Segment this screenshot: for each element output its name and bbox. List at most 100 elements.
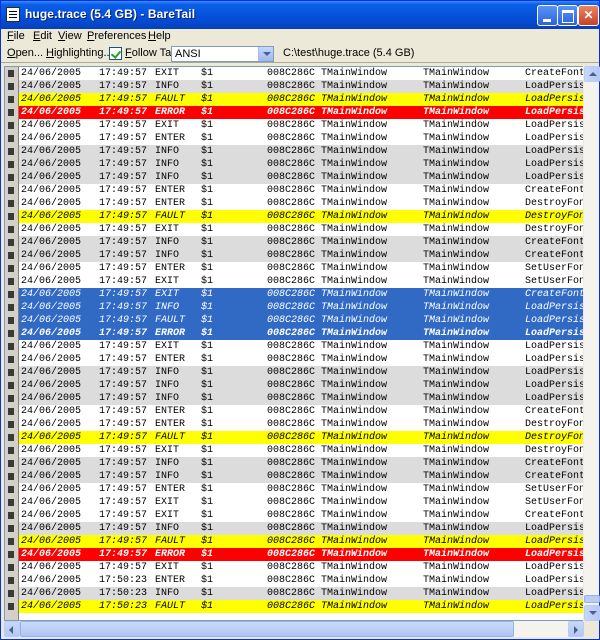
log-row[interactable]: 24/06/2005 17:49:57 ENTER $1 008C286C TMainWi…	[8, 483, 584, 496]
log-row[interactable]: 24/06/2005 17:49:57 EXIT $1 008C286C TMainWin…	[8, 67, 583, 80]
log-row[interactable]: 24/06/2005 17:49:57 EXIT $1 008C286C TMainWin…	[8, 444, 583, 457]
log-row[interactable]: 24/06/2005 17:49:57 ENTER $1 008C286C TMainWi…	[8, 197, 584, 210]
log-cell-addr: 008C286C	[267, 354, 316, 365]
log-row[interactable]: 24/06/2005 17:49:57 INFO $1 008C286C TMainWin…	[8, 80, 583, 93]
log-cell-thread: $1	[201, 302, 214, 313]
resize-grip[interactable]	[584, 621, 599, 639]
log-cell-win: TMainWindow	[423, 94, 490, 105]
highlighting-button[interactable]: Highlighting...	[46, 47, 113, 59]
scroll-down-button[interactable]	[584, 605, 600, 621]
log-row[interactable]: 24/06/2005 17:49:57 FAULT $1 008C286C TMainWi…	[8, 93, 583, 106]
log-row[interactable]: 24/06/2005 17:49:57 ENTER $1 008C286C TMainWi…	[8, 262, 583, 275]
log-cell-addr: 008C286C	[267, 562, 316, 573]
scroll-up-button[interactable]	[584, 66, 600, 82]
log-cell-msg: DestroyFon	[525, 224, 584, 235]
close-button[interactable]	[578, 5, 599, 26]
log-row[interactable]: 24/06/2005 17:50:23 INFO $1 008C286C TMainWin…	[8, 587, 583, 600]
horizontal-scrollbar[interactable]	[4, 621, 584, 637]
log-row[interactable]: 24/06/2005 17:49:57 EXIT $1 008C286C TMainWin…	[8, 223, 584, 236]
log-row[interactable]: 24/06/2005 17:49:57 FAULT $1 008C286C TMainWi…	[8, 210, 583, 223]
log-cell-addr: 008C286C	[267, 367, 316, 378]
log-view[interactable]: 24/06/2005 17:49:57 EXIT $1 008C286C TMainWin…	[4, 66, 584, 621]
log-cell-win: TMainWindow	[423, 471, 490, 482]
chevron-down-icon[interactable]	[258, 47, 273, 61]
log-row[interactable]: 24/06/2005 17:49:57 INFO $1 008C286C TMainWin…	[8, 171, 583, 184]
log-cell-cls: TMainWindow	[321, 146, 388, 157]
encoding-select[interactable]: ANSI	[171, 46, 274, 62]
log-row[interactable]: 24/06/2005 17:49:57 FAULT $1 008C286C TMainWi…	[8, 431, 583, 444]
log-row[interactable]: 24/06/2005 17:49:57 INFO $1 008C286C TMainWin…	[8, 522, 584, 535]
log-row[interactable]: 24/06/2005 17:49:57 EXIT $1 008C286C TMainWin…	[8, 275, 583, 288]
follow-tail-checkbox[interactable]	[109, 47, 122, 60]
vertical-scroll-thumb[interactable]	[584, 595, 600, 603]
log-cell-cls: TMainWindow	[321, 419, 388, 430]
log-cell-date: 24/06/2005	[21, 601, 82, 612]
log-row[interactable]: 24/06/2005 17:49:57 ENTER $1 008C286C TMainWi…	[8, 405, 583, 418]
log-row[interactable]: 24/06/2005 17:49:57 EXIT $1 008C286C TMainWin…	[8, 509, 583, 522]
menu-view[interactable]: View	[58, 29, 82, 43]
log-row[interactable]: 24/06/2005 17:49:57 INFO $1 008C286C TMainWin…	[8, 392, 583, 405]
log-row[interactable]: 24/06/2005 17:50:23 ENTER $1 008C286C TMainWi…	[8, 574, 583, 587]
log-row[interactable]: 24/06/2005 17:49:57 INFO $1 008C286C TMainWin…	[8, 236, 583, 249]
menu-edit[interactable]: Edit	[33, 29, 52, 43]
log-cell-cls: TMainWindow	[321, 406, 388, 417]
log-row[interactable]: 24/06/2005 17:49:57 ENTER $1 008C286C TMainWi…	[8, 132, 583, 145]
log-cell-time: 17:49:57	[99, 471, 148, 482]
log-row[interactable]: 24/06/2005 17:49:57 FAULT $1 008C286C TMainWi…	[8, 535, 583, 548]
log-row[interactable]: 24/06/2005 17:49:57 ENTER $1 008C286C TMainWi…	[8, 418, 583, 431]
scroll-right-button[interactable]	[568, 621, 584, 637]
log-row[interactable]: 24/06/2005 17:49:57 INFO $1 008C286C TMainWin…	[8, 457, 583, 470]
log-row[interactable]: 24/06/2005 17:49:57 ERROR $1 008C286C TMainWi…	[8, 327, 583, 340]
log-cell-time: 17:49:57	[99, 185, 148, 196]
log-row[interactable]: 24/06/2005 17:49:57 INFO $1 008C286C TMainWin…	[8, 145, 583, 158]
log-cell-cls: TMainWindow	[321, 536, 388, 547]
log-row[interactable]: 24/06/2005 17:50:23 FAULT $1 008C286C TMainWi…	[8, 600, 583, 613]
log-row[interactable]: 24/06/2005 17:49:57 INFO $1 008C286C TMainWin…	[8, 158, 583, 171]
line-marker-icon	[8, 252, 14, 259]
log-cell-addr: 008C286C	[267, 549, 316, 560]
minimize-button[interactable]	[537, 5, 558, 26]
vertical-scrollbar[interactable]	[583, 66, 600, 621]
line-marker-icon	[8, 187, 14, 194]
log-row[interactable]: 24/06/2005 17:49:57 INFO $1 008C286C TMainWin…	[8, 301, 583, 314]
log-row[interactable]: 24/06/2005 17:49:57 FAULT $1 008C286C TMainWi…	[8, 314, 583, 327]
log-cell-cls: TMainWindow	[321, 432, 388, 443]
menu-help[interactable]: Help	[148, 29, 171, 43]
log-row[interactable]: 24/06/2005 17:49:57 ERROR $1 008C286C TMainWi…	[8, 548, 583, 561]
log-cell-win: TMainWindow	[423, 432, 490, 443]
log-row[interactable]: 24/06/2005 17:49:57 EXIT $1 008C286C TMainWin…	[8, 496, 583, 509]
log-row[interactable]: 24/06/2005 17:49:57 ERROR $1 008C286C TMainWi…	[8, 106, 583, 119]
menu-preferences[interactable]: Preferences	[87, 29, 146, 43]
log-row[interactable]: 24/06/2005 17:49:57 INFO $1 008C286C TMainWin…	[8, 470, 583, 483]
log-cell-msg: DestroyFon	[525, 198, 584, 209]
log-row[interactable]: 24/06/2005 17:49:57 ENTER $1 008C286C TMainWi…	[8, 184, 583, 197]
log-row[interactable]: 24/06/2005 17:49:57 INFO $1 008C286C TMainWin…	[8, 379, 583, 392]
log-cell-cls: TMainWindow	[321, 237, 388, 248]
title-bar[interactable]: huge.trace (5.4 GB) - BareTail	[1, 1, 599, 29]
open-button[interactable]: Open...	[7, 47, 43, 59]
log-cell-time: 17:49:57	[99, 224, 148, 235]
log-cell-thread: $1	[201, 471, 214, 482]
log-row[interactable]: 24/06/2005 17:49:57 EXIT $1 008C286C TMainWin…	[8, 288, 583, 301]
scroll-left-button[interactable]	[4, 621, 20, 637]
line-marker-icon	[8, 473, 14, 480]
log-cell-level: FAULT	[155, 432, 186, 443]
log-cell-msg: SetUserFon	[525, 484, 584, 495]
log-row[interactable]: 24/06/2005 17:49:57 ENTER $1 008C286C TMainWi…	[8, 353, 583, 366]
log-row[interactable]: 24/06/2005 17:49:57 EXIT $1 008C286C TMainWin…	[8, 340, 583, 353]
log-row[interactable]: 24/06/2005 17:49:57 INFO $1 008C286C TMainWin…	[8, 366, 583, 379]
log-cell-win: TMainWindow	[423, 120, 490, 131]
log-cell-time: 17:50:23	[99, 575, 148, 586]
log-cell-msg: LoadPersis	[525, 523, 584, 534]
log-cell-thread: $1	[201, 94, 214, 105]
horizontal-scroll-thumb[interactable]	[20, 621, 514, 637]
log-cell-date: 24/06/2005	[21, 458, 82, 469]
maximize-button[interactable]	[557, 5, 578, 26]
log-cell-cls: TMainWindow	[321, 367, 388, 378]
log-row[interactable]: 24/06/2005 17:49:57 EXIT $1 008C286C TMainWin…	[8, 561, 583, 574]
log-cell-date: 24/06/2005	[21, 302, 82, 313]
follow-tail-label[interactable]: Follow Tail	[125, 47, 176, 59]
menu-file[interactable]: File	[7, 29, 25, 43]
log-row[interactable]: 24/06/2005 17:49:57 INFO $1 008C286C TMainWin…	[8, 249, 583, 262]
log-row[interactable]: 24/06/2005 17:49:57 EXIT $1 008C286C TMainWin…	[8, 119, 583, 132]
